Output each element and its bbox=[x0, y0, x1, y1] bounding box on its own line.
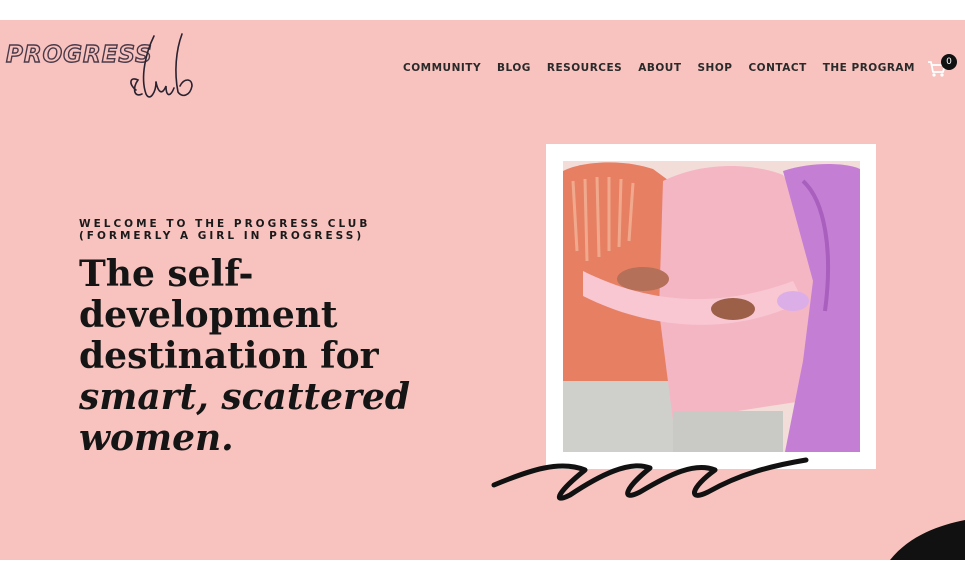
main-nav: COMMUNITY BLOG RESOURCES ABOUT SHOP CONT… bbox=[403, 54, 957, 78]
hero-headline: The self- development destination for sm… bbox=[79, 254, 410, 459]
logo-script-club bbox=[130, 33, 193, 98]
headline-line-2: development bbox=[79, 294, 338, 336]
nav-item-about[interactable]: ABOUT bbox=[638, 62, 681, 74]
decorative-corner-shape bbox=[890, 520, 965, 560]
decorative-squiggle bbox=[491, 457, 809, 501]
nav-item-shop[interactable]: SHOP bbox=[697, 62, 732, 74]
eyebrow-line-1: WELCOME TO THE PROGRESS CLUB bbox=[79, 218, 371, 230]
site-logo[interactable]: PROGRESS club bbox=[5, 32, 206, 112]
nav-item-resources[interactable]: RESOURCES bbox=[547, 62, 622, 74]
headline-italic-2: women. bbox=[79, 417, 234, 459]
eyebrow-line-2: (FORMERLY A GIRL IN PROGRESS) bbox=[79, 230, 365, 242]
hero-section: PROGRESS club COMMUNITY BLOG RESOURCES A… bbox=[0, 20, 965, 560]
hero-eyebrow: WELCOME TO THE PROGRESS CLUB (FORMERLY A… bbox=[79, 218, 370, 242]
cart-button[interactable]: 0 bbox=[927, 54, 957, 78]
headline-line-3: destination for bbox=[79, 335, 379, 377]
hero-photo-frame bbox=[546, 144, 876, 469]
hero-photo-women-embracing bbox=[563, 161, 860, 452]
cart-count-badge: 0 bbox=[941, 54, 957, 70]
nav-item-the-program[interactable]: THE PROGRAM bbox=[823, 62, 915, 74]
nav-item-contact[interactable]: CONTACT bbox=[748, 62, 806, 74]
headline-line-1: The self- bbox=[79, 253, 254, 295]
headline-italic-1: smart, scattered bbox=[79, 376, 411, 418]
nav-item-blog[interactable]: BLOG bbox=[497, 62, 531, 74]
nav-item-community[interactable]: COMMUNITY bbox=[403, 62, 481, 74]
